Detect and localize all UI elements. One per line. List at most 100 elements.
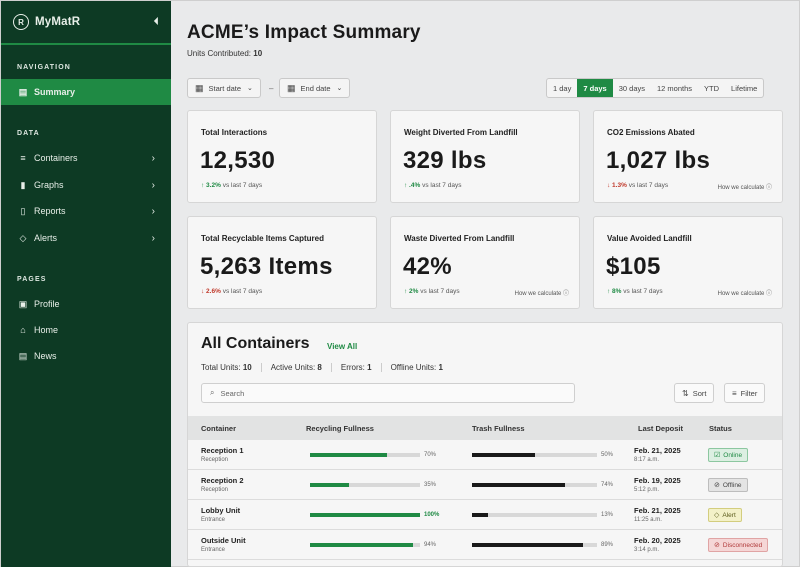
last-deposit-time: 3:14 p.m. [634,547,660,553]
table-row[interactable]: Reception 1 Reception 70% 50% Feb. 21, 2025 8… [188,440,782,470]
metric-card: Total Recyclable Items Captured 5,263 It… [187,216,377,309]
diamond-icon: ◇ [714,512,720,519]
sidebar-item-alerts[interactable]: ◇ Alerts › [1,225,171,251]
chevron-right-icon: › [151,232,155,244]
stat-value: 1 [367,363,372,372]
stat-value: 10 [242,363,252,372]
containers-panel: All Containers View All Total Units: 10 … [187,322,783,567]
document-icon: ▯ [20,205,26,216]
table-row[interactable]: Lobby Unit Entrance 100% 13% Feb. 21, 2025 11… [188,500,782,530]
table-header: Container Recycling Fullness Trash Fulln… [188,416,782,440]
sidebar-item-reports[interactable]: ▯ Reports › [1,198,171,224]
sidebar-item-label: Home [34,325,59,335]
trash-fullness-bar [472,513,597,517]
stat-active-units: Active Units: 8 [271,363,332,372]
sidebar-item-label: Profile [34,299,60,309]
column-last-deposit[interactable]: Last Deposit [638,424,683,433]
column-status[interactable]: Status [709,424,732,433]
view-all-link[interactable]: View All [327,342,357,351]
range-selector: 1 day 7 days 30 days 12 months YTD Lifet… [546,78,765,98]
stat-label: Total Units: [201,363,241,372]
list-icon: ≡ [20,153,26,163]
last-deposit-time: 5:12 p.m. [634,487,660,493]
range-lifetime[interactable]: Lifetime [725,79,763,97]
range-7-days[interactable]: 7 days [577,79,613,97]
column-recycling-fullness[interactable]: Recycling Fullness [306,424,374,433]
range-30-days[interactable]: 30 days [613,79,651,97]
sort-icon: ⇅ [682,388,689,398]
search-placeholder: Search [220,388,245,398]
status-badge: ⊘ Offline [708,478,748,492]
page-title: ACME’s Impact Summary [187,22,421,43]
units-value: 10 [253,49,263,58]
sidebar-item-summary[interactable]: ▤ Summary [1,79,171,105]
table-row[interactable]: Outside Unit Entrance 94% 89% Feb. 20, 2025 3… [188,530,782,560]
delta-suffix: vs last 7 days [222,182,263,189]
recycling-fullness-bar [310,513,420,517]
container-name: Reception 2 [201,476,244,485]
how-we-calculate-link[interactable]: How we calculate ⓘ [718,288,772,297]
column-container[interactable]: Container [201,424,236,433]
stat-value: 1 [438,363,443,372]
stat-errors: Errors: 1 [341,363,382,372]
end-date-picker[interactable]: ▦ End date ⌄ [279,78,351,98]
filter-button[interactable]: ≡ Filter [724,383,766,403]
search-icon: ⌕ [210,388,215,397]
sidebar-item-graphs[interactable]: ▮ Graphs › [1,172,171,198]
sidebar-item-containers[interactable]: ≡ Containers › [1,145,171,171]
start-date-picker[interactable]: ▦ Start date ⌄ [187,78,261,98]
stat-label: Active Units: [270,363,316,372]
sidebar-item-label: Reports [34,206,66,216]
recycling-fullness-bar [310,543,420,547]
status-badge: ⊘ Disconnected [708,538,769,552]
range-1-day[interactable]: 1 day [547,79,577,97]
end-date-label: End date [300,83,331,93]
sidebar-item-label: Graphs [34,180,64,190]
containers-title: All Containers [201,335,310,352]
range-12-months[interactable]: 12 months [651,79,698,97]
status-badge: ☑ Online [708,448,749,462]
collapse-sidebar-icon[interactable]: ⏴ [154,16,160,29]
metric-title: Total Recyclable Items Captured [201,234,324,243]
sidebar-item-news[interactable]: ▤ News [1,343,171,369]
how-we-calculate-link[interactable]: How we calculate ⓘ [718,182,772,191]
chevron-right-icon: › [151,179,155,191]
column-trash-fullness[interactable]: Trash Fullness [472,424,525,433]
metric-title: Value Avoided Landfill [607,234,692,243]
profile-icon: ▣ [18,298,28,309]
sidebar-item-label: Alerts [34,233,58,243]
container-name: Outside Unit [201,536,246,545]
metric-title: Total Interactions [201,128,268,137]
how-we-calculate-link[interactable]: How we calculate ⓘ [515,288,569,297]
news-icon: ▤ [18,350,28,361]
container-name: Reception 1 [201,446,244,455]
brand-name[interactable]: MyMatR [35,16,80,28]
range-ytd[interactable]: YTD [698,79,725,97]
metric-value: 5,263 Items [200,253,333,280]
stat-label: Offline Units: [390,363,437,372]
recycling-fullness-fill [310,483,349,487]
last-deposit-date: Feb. 20, 2025 [634,536,681,545]
table-row[interactable]: Reception 2 Reception 35% 74% Feb. 19, 2025 5… [188,470,782,500]
calendar-icon: ▦ [195,82,204,93]
sidebar-item-home[interactable]: ⌂ Home [1,317,171,343]
stat-offline-units: Offline Units: 1 [391,363,452,372]
delta-suffix: vs last 7 days [628,182,669,189]
date-separator: – [269,84,274,93]
metric-delta: ↑ 3.2% vs last 7 days [201,182,262,189]
metric-value: 42% [403,253,452,280]
metric-delta: ↑ 8% vs last 7 days [607,288,663,295]
search-input[interactable]: ⌕ Search [201,383,575,403]
sort-button[interactable]: ⇅ Sort [674,383,715,403]
sidebar-item-profile[interactable]: ▣ Profile [1,291,171,317]
trash-fullness-bar [472,453,597,457]
last-deposit-time: 11:25 a.m. [634,517,662,523]
trash-fullness-bar [472,543,597,547]
metric-card: Waste Diverted From Landfill 42% ↑ 2% vs… [390,216,580,309]
container-location: Reception [201,457,229,463]
last-deposit-date: Feb. 19, 2025 [634,476,681,485]
trash-fullness-label: 89% [601,542,614,548]
status-label: Alert [722,511,736,519]
container-location: Entrance [201,547,226,553]
delta-value: ↑ 3.2% [201,182,221,189]
